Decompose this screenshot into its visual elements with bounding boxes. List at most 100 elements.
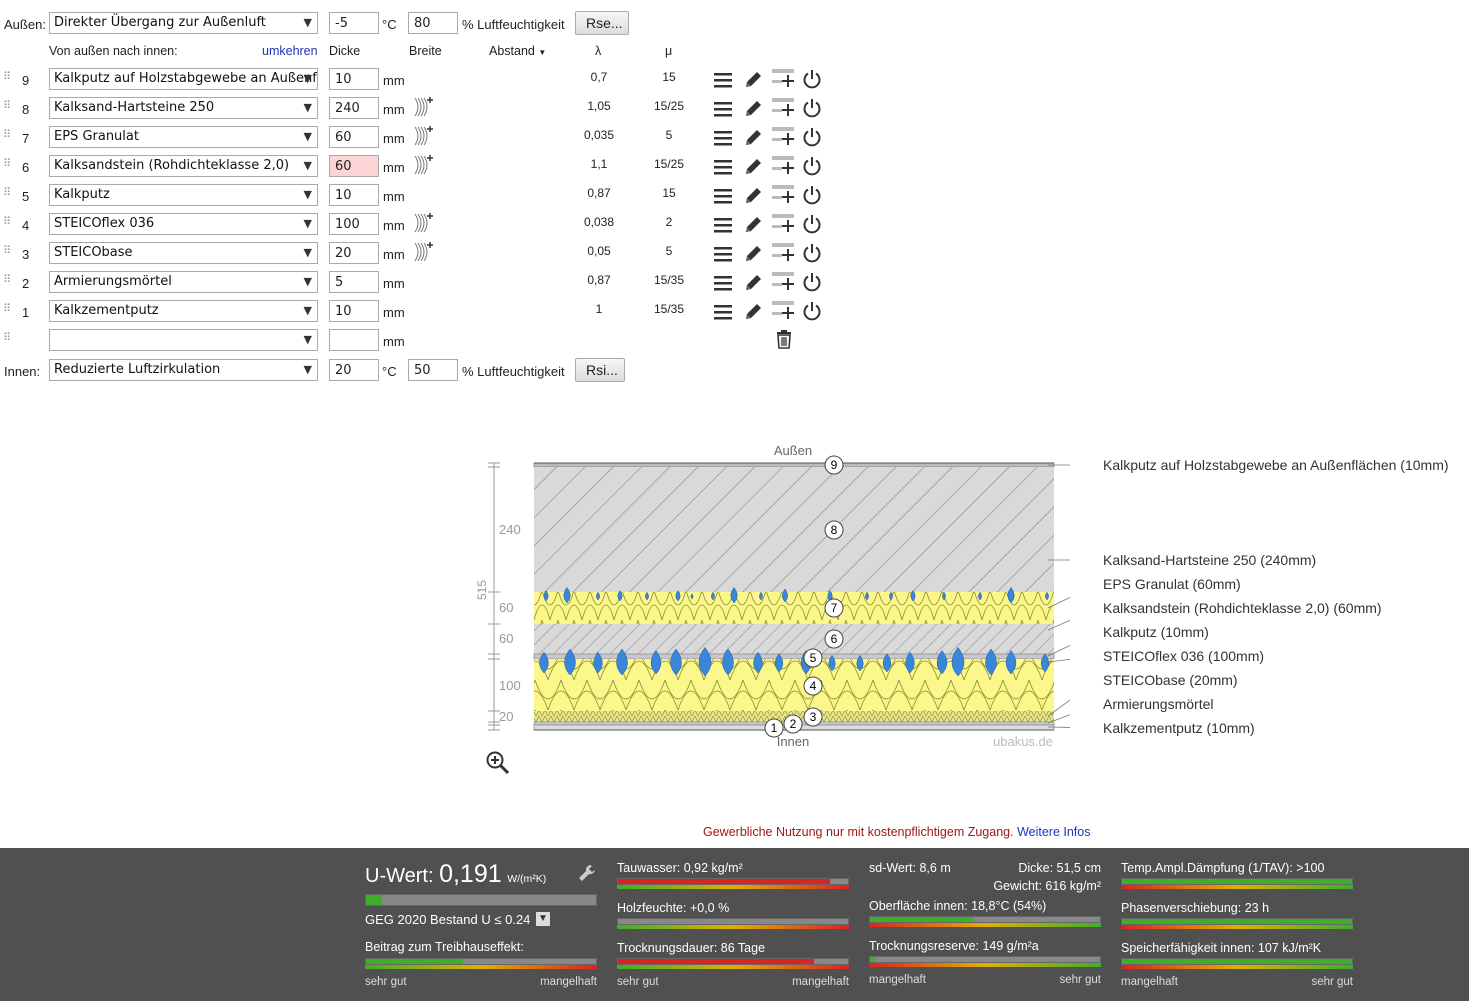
- power-toggle-icon[interactable]: [802, 69, 822, 89]
- drag-handle-icon[interactable]: ⠿: [3, 304, 11, 318]
- insert-layer-icon[interactable]: [772, 213, 796, 233]
- wrench-icon[interactable]: [578, 864, 596, 882]
- inside-temp-unit: °C: [382, 364, 397, 379]
- edit-pencil-icon[interactable]: [743, 99, 763, 119]
- drag-handle-icon[interactable]: ⠿: [3, 275, 11, 289]
- layer-thickness-input[interactable]: 20: [329, 242, 379, 264]
- scale-good-label: sehr gut: [1311, 976, 1353, 988]
- rsi-button[interactable]: Rsi...: [575, 358, 625, 382]
- power-toggle-icon[interactable]: [802, 243, 822, 263]
- edit-pencil-icon[interactable]: [743, 273, 763, 293]
- drag-handle-icon[interactable]: ⠿: [3, 130, 11, 144]
- edit-pencil-icon[interactable]: [743, 128, 763, 148]
- drag-handle-icon[interactable]: ⠿: [3, 217, 11, 231]
- menu-icon[interactable]: [713, 244, 733, 264]
- inside-humidity-label: % Luftfeuchtigkeit: [462, 364, 565, 379]
- svg-text:3: 3: [810, 710, 817, 724]
- rse-button[interactable]: Rse...: [575, 11, 629, 35]
- drag-handle-icon[interactable]: ⠿: [3, 246, 11, 260]
- layer-thickness-input[interactable]: 240: [329, 97, 379, 119]
- layer-material-select[interactable]: Kalkputz ▼: [49, 184, 318, 206]
- outside-label: Außen:: [4, 17, 46, 32]
- insert-layer-icon[interactable]: [772, 126, 796, 146]
- power-toggle-icon[interactable]: [802, 185, 822, 205]
- insert-layer-icon[interactable]: [772, 271, 796, 291]
- more-info-link[interactable]: Weitere Infos: [1017, 825, 1090, 839]
- layer-material-select[interactable]: EPS Granulat ▼: [49, 126, 318, 148]
- inhomogeneous-layer-icon[interactable]: [413, 240, 433, 264]
- trash-icon[interactable]: [774, 329, 794, 349]
- drag-handle-icon[interactable]: ⠿: [3, 333, 11, 347]
- layer-thickness-input[interactable]: 10: [329, 184, 379, 206]
- speicher-bar: [1121, 958, 1353, 965]
- reverse-link[interactable]: umkehren: [262, 44, 318, 58]
- insert-layer-icon[interactable]: [772, 155, 796, 175]
- drag-handle-icon[interactable]: ⠿: [3, 101, 11, 115]
- outside-transition-select[interactable]: Direkter Übergang zur Außenluft ▼: [49, 12, 318, 34]
- layer-7-shape: [534, 592, 1054, 624]
- legend-item: Kalksandstein (Rohdichteklasse 2,0) (60m…: [1103, 600, 1382, 616]
- edit-pencil-icon[interactable]: [743, 215, 763, 235]
- layer-thickness-input[interactable]: 60: [329, 155, 379, 177]
- edit-pencil-icon[interactable]: [743, 302, 763, 322]
- layer-thickness-input[interactable]: 5: [329, 271, 379, 293]
- insert-layer-icon[interactable]: [772, 68, 796, 88]
- layer-material-select[interactable]: Kalkzementputz ▼: [49, 300, 318, 322]
- menu-icon[interactable]: [713, 273, 733, 293]
- power-toggle-icon[interactable]: [802, 98, 822, 118]
- inhomogeneous-layer-icon[interactable]: [413, 95, 433, 119]
- new-layer-select[interactable]: ▼: [49, 329, 318, 351]
- layer-material-select[interactable]: STEICObase ▼: [49, 242, 318, 264]
- inside-transition-select[interactable]: Reduzierte Luftzirkulation ▼: [49, 359, 318, 381]
- layer-number: 5: [22, 189, 30, 204]
- insert-layer-icon[interactable]: [772, 242, 796, 262]
- drag-handle-icon[interactable]: ⠿: [3, 159, 11, 173]
- layer-material-select[interactable]: STEICOflex 036 ▼: [49, 213, 318, 235]
- menu-icon[interactable]: [713, 186, 733, 206]
- menu-icon[interactable]: [713, 157, 733, 177]
- layer-thickness-input[interactable]: 10: [329, 300, 379, 322]
- insert-layer-icon[interactable]: [772, 300, 796, 320]
- inhomogeneous-layer-icon[interactable]: [413, 211, 433, 235]
- col-distance[interactable]: Abstand ▼: [489, 44, 546, 58]
- drag-handle-icon[interactable]: ⠿: [3, 188, 11, 202]
- menu-icon[interactable]: [713, 99, 733, 119]
- inhomogeneous-layer-icon[interactable]: [413, 124, 433, 148]
- power-toggle-icon[interactable]: [802, 127, 822, 147]
- menu-icon[interactable]: [713, 215, 733, 235]
- power-toggle-icon[interactable]: [802, 272, 822, 292]
- layer-material-select[interactable]: Kalksand-Hartsteine 250 ▼: [49, 97, 318, 119]
- layer-thickness-input[interactable]: 100: [329, 213, 379, 235]
- uwert-unit: W/(m²K): [507, 873, 547, 885]
- layer-material-select[interactable]: Kalksandstein (Rohdichteklasse 2,0) ▼: [49, 155, 318, 177]
- insert-layer-icon[interactable]: [772, 184, 796, 204]
- inside-humidity-input[interactable]: 50: [408, 359, 458, 381]
- power-toggle-icon[interactable]: [802, 301, 822, 321]
- layer-thickness-input[interactable]: 60: [329, 126, 379, 148]
- inhomogeneous-layer-icon[interactable]: [413, 153, 433, 177]
- power-toggle-icon[interactable]: [802, 214, 822, 234]
- inside-temp-input[interactable]: 20: [329, 359, 379, 381]
- layer-material-select[interactable]: Kalkputz auf Holzstabgewebe an Außenfläc…: [49, 68, 318, 90]
- menu-icon[interactable]: [713, 128, 733, 148]
- geg-dropdown-icon[interactable]: ▼: [536, 912, 550, 926]
- menu-icon[interactable]: [713, 302, 733, 322]
- layer-material-select[interactable]: Armierungsmörtel ▼: [49, 271, 318, 293]
- edit-pencil-icon[interactable]: [743, 244, 763, 264]
- edit-pencil-icon[interactable]: [743, 157, 763, 177]
- svg-text:4: 4: [810, 679, 817, 693]
- menu-icon[interactable]: [713, 70, 733, 90]
- outside-temp-input[interactable]: -5: [329, 12, 379, 34]
- power-toggle-icon[interactable]: [802, 156, 822, 176]
- layer-thickness-input[interactable]: 10: [329, 68, 379, 90]
- edit-pencil-icon[interactable]: [743, 186, 763, 206]
- scale-bad-label: mangelhaft: [1121, 976, 1178, 988]
- outside-humidity-input[interactable]: 80: [408, 12, 458, 34]
- drag-handle-icon[interactable]: ⠿: [3, 72, 11, 86]
- legend-item: Kalksand-Hartsteine 250 (240mm): [1103, 552, 1317, 568]
- zoom-in-icon[interactable]: [485, 750, 511, 776]
- edit-pencil-icon[interactable]: [743, 70, 763, 90]
- new-layer-thickness-input[interactable]: [329, 329, 379, 351]
- oberflaeche-bar: [869, 916, 1101, 923]
- insert-layer-icon[interactable]: [772, 97, 796, 117]
